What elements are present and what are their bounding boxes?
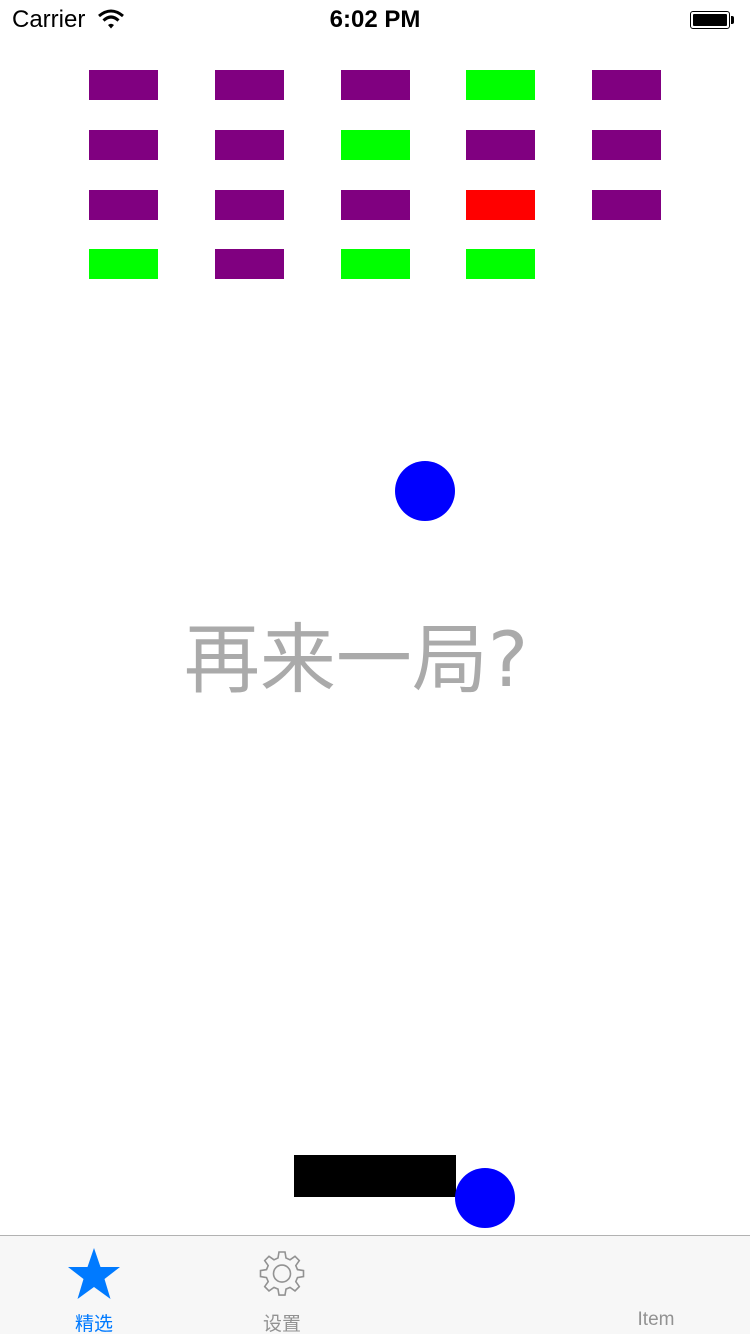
tab-item[interactable]: Item: [562, 1236, 750, 1335]
ball: [395, 461, 455, 521]
brick: [592, 130, 661, 160]
gear-icon: [259, 1251, 305, 1296]
brick: [466, 249, 535, 279]
brick: [215, 70, 284, 100]
brick: [89, 249, 158, 279]
brick: [341, 130, 410, 160]
brick: [592, 70, 661, 100]
brick: [89, 70, 158, 100]
tab-settings-label: 设置: [262, 1314, 301, 1335]
ball: [455, 1168, 515, 1228]
brick: [215, 130, 284, 160]
star-icon: [68, 1248, 120, 1299]
brick: [341, 249, 410, 279]
status-bar: Carrier 6:02 PM: [0, 0, 750, 40]
brick: [466, 70, 535, 100]
tab-empty[interactable]: [376, 1236, 564, 1335]
brick: [466, 190, 535, 220]
brick: [341, 190, 410, 220]
tab-item-label: Item: [637, 1309, 675, 1330]
battery-icon: [690, 11, 734, 31]
brick: [215, 249, 284, 279]
brick: [466, 130, 535, 160]
play-again-prompt[interactable]: 再来一局?: [0, 598, 712, 708]
brick: [89, 130, 158, 160]
tab-settings[interactable]: 设置: [188, 1236, 376, 1335]
tab-bar: 精选 设置 Item: [0, 1235, 750, 1335]
tab-featured-label: 精选: [74, 1314, 113, 1335]
brick: [341, 70, 410, 100]
tab-featured[interactable]: 精选: [0, 1236, 188, 1335]
game-area[interactable]: 再来一局?: [0, 40, 750, 1235]
brick: [89, 190, 158, 220]
paddle[interactable]: [294, 1155, 456, 1197]
brick: [592, 190, 661, 220]
brick: [215, 190, 284, 220]
status-time: 6:02 PM: [329, 6, 421, 33]
